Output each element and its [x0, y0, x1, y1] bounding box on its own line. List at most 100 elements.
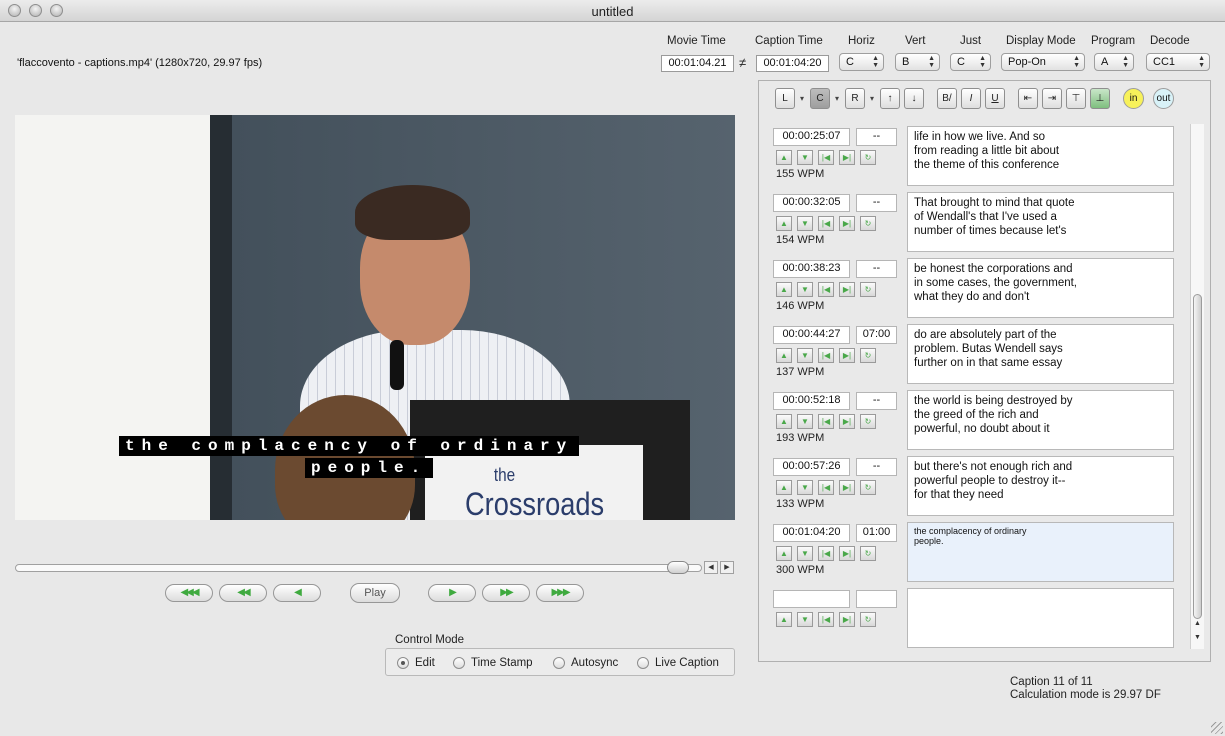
- move-down-icon[interactable]: ▼: [797, 546, 813, 561]
- caption-row[interactable]: 00:01:04:20 01:00 ▲ ▼ |◀ ▶| ↻ 300 WPM the compla…: [772, 522, 1174, 586]
- refresh-icon[interactable]: ↻: [860, 348, 876, 363]
- caption-start-time[interactable]: 00:00:57:26: [773, 458, 850, 476]
- caption-duration[interactable]: 01:00: [856, 524, 897, 542]
- caption-duration[interactable]: 07:00: [856, 326, 897, 344]
- caption-row[interactable]: ▲ ▼ |◀ ▶| ↻: [772, 588, 1174, 652]
- move-down-icon[interactable]: ▼: [797, 348, 813, 363]
- refresh-icon[interactable]: ↻: [860, 612, 876, 627]
- jump-end-icon[interactable]: ▶|: [839, 612, 855, 627]
- vert-select[interactable]: B ▲ ▼: [895, 53, 940, 71]
- rewind-fast-button[interactable]: ◀◀◀: [165, 584, 213, 602]
- forward-button[interactable]: ▶▶: [482, 584, 530, 602]
- display-mode-select[interactable]: Pop-On ▲ ▼: [1001, 53, 1085, 71]
- refresh-icon[interactable]: ↻: [860, 150, 876, 165]
- bottom-align-button[interactable]: ↓: [904, 88, 924, 109]
- caption-start-time[interactable]: 00:00:25:07: [773, 128, 850, 146]
- move-up-icon[interactable]: ▲: [776, 348, 792, 363]
- decode-select[interactable]: CC1 ▲ ▼: [1146, 53, 1210, 71]
- move-bottom-button[interactable]: ⊥: [1090, 88, 1110, 109]
- caption-duration[interactable]: --: [856, 392, 897, 410]
- scroll-up-icon[interactable]: ▲: [1192, 620, 1203, 627]
- bold-flash-button[interactable]: B/: [937, 88, 957, 109]
- jump-start-icon[interactable]: |◀: [818, 612, 834, 627]
- italic-button[interactable]: I: [961, 88, 981, 109]
- caption-time-field[interactable]: 00:01:04:20: [756, 55, 829, 72]
- video-player[interactable]: the Crossroads the complacency of ordinar…: [15, 115, 735, 520]
- caption-row[interactable]: 00:00:52:18 -- ▲ ▼ |◀ ▶| ↻ 193 WPM the world is …: [772, 390, 1174, 454]
- caption-start-time[interactable]: 00:01:04:20: [773, 524, 850, 542]
- caption-text-field[interactable]: the complacency of ordinary people.: [907, 522, 1174, 582]
- shift-right-button[interactable]: ⇥: [1042, 88, 1062, 109]
- move-down-icon[interactable]: ▼: [797, 282, 813, 297]
- align-center-button[interactable]: C: [810, 88, 839, 109]
- caption-row[interactable]: 00:00:32:05 -- ▲ ▼ |◀ ▶| ↻ 154 WPM That brought …: [772, 192, 1174, 256]
- jump-start-icon[interactable]: |◀: [818, 216, 834, 231]
- align-right-button[interactable]: R: [845, 88, 874, 109]
- caption-row[interactable]: 00:00:25:07 -- ▲ ▼ |◀ ▶| ↻ 155 WPM life in how w…: [772, 126, 1174, 190]
- jump-end-icon[interactable]: ▶|: [839, 480, 855, 495]
- refresh-icon[interactable]: ↻: [860, 216, 876, 231]
- jump-start-icon[interactable]: |◀: [818, 348, 834, 363]
- play-button[interactable]: Play: [350, 583, 400, 603]
- jump-start-icon[interactable]: |◀: [818, 414, 834, 429]
- step-back-icon[interactable]: ◀: [704, 561, 718, 574]
- move-up-icon[interactable]: ▲: [776, 150, 792, 165]
- program-select[interactable]: A ▲ ▼: [1094, 53, 1134, 71]
- move-down-icon[interactable]: ▼: [797, 414, 813, 429]
- caption-row[interactable]: 00:00:38:23 -- ▲ ▼ |◀ ▶| ↻ 146 WPM be honest the…: [772, 258, 1174, 322]
- caption-row[interactable]: 00:00:57:26 -- ▲ ▼ |◀ ▶| ↻ 133 WPM but there's n…: [772, 456, 1174, 520]
- move-up-icon[interactable]: ▲: [776, 282, 792, 297]
- move-up-icon[interactable]: ▲: [776, 480, 792, 495]
- refresh-icon[interactable]: ↻: [860, 546, 876, 561]
- move-up-icon[interactable]: ▲: [776, 546, 792, 561]
- caption-text-field[interactable]: do are absolutely part of the problem. B…: [907, 324, 1174, 384]
- scrubber-thumb[interactable]: [667, 561, 689, 574]
- jump-end-icon[interactable]: ▶|: [839, 216, 855, 231]
- caption-start-time[interactable]: 00:00:38:23: [773, 260, 850, 278]
- jump-start-icon[interactable]: |◀: [818, 282, 834, 297]
- refresh-icon[interactable]: ↻: [860, 480, 876, 495]
- radio-edit[interactable]: Edit: [397, 657, 435, 669]
- move-up-icon[interactable]: ▲: [776, 216, 792, 231]
- move-down-icon[interactable]: ▼: [797, 150, 813, 165]
- resize-grip-icon[interactable]: [1211, 722, 1223, 734]
- move-top-button[interactable]: ⊤: [1066, 88, 1086, 109]
- caption-row[interactable]: 00:00:44:27 07:00 ▲ ▼ |◀ ▶| ↻ 137 WPM do are abs…: [772, 324, 1174, 388]
- caption-start-time[interactable]: 00:00:52:18: [773, 392, 850, 410]
- caption-duration[interactable]: --: [856, 194, 897, 212]
- caption-text-field[interactable]: but there's not enough rich and powerful…: [907, 456, 1174, 516]
- scroll-down-icon[interactable]: ▼: [1192, 634, 1203, 641]
- scrubber-track[interactable]: [15, 564, 702, 572]
- caption-text-field[interactable]: be honest the corporations and in some c…: [907, 258, 1174, 318]
- move-down-icon[interactable]: ▼: [797, 480, 813, 495]
- caption-duration[interactable]: --: [856, 458, 897, 476]
- scrollbar-thumb[interactable]: [1193, 294, 1202, 619]
- jump-end-icon[interactable]: ▶|: [839, 282, 855, 297]
- step-forward-button[interactable]: ▶: [428, 584, 476, 602]
- align-left-button[interactable]: L: [775, 88, 804, 109]
- refresh-icon[interactable]: ↻: [860, 414, 876, 429]
- caption-duration[interactable]: [856, 590, 897, 608]
- in-button[interactable]: in: [1123, 88, 1144, 109]
- caption-start-time[interactable]: [773, 590, 850, 608]
- caption-text-field[interactable]: That brought to mind that quote of Wenda…: [907, 192, 1174, 252]
- refresh-icon[interactable]: ↻: [860, 282, 876, 297]
- top-align-button[interactable]: ↑: [880, 88, 900, 109]
- timeline-scrubber[interactable]: ◀ ▶: [15, 561, 735, 575]
- shift-left-button[interactable]: ⇤: [1018, 88, 1038, 109]
- underline-button[interactable]: U: [985, 88, 1005, 109]
- movie-time-field[interactable]: 00:01:04.21: [661, 55, 734, 72]
- jump-start-icon[interactable]: |◀: [818, 480, 834, 495]
- caption-text-field[interactable]: the world is being destroyed by the gree…: [907, 390, 1174, 450]
- jump-end-icon[interactable]: ▶|: [839, 150, 855, 165]
- jump-end-icon[interactable]: ▶|: [839, 414, 855, 429]
- jump-start-icon[interactable]: |◀: [818, 150, 834, 165]
- jump-start-icon[interactable]: |◀: [818, 546, 834, 561]
- caption-duration[interactable]: --: [856, 128, 897, 146]
- move-up-icon[interactable]: ▲: [776, 612, 792, 627]
- caption-text-field[interactable]: life in how we live. And so from reading…: [907, 126, 1174, 186]
- caption-list-scrollbar[interactable]: ▲ ▼: [1190, 124, 1204, 649]
- radio-live-caption[interactable]: Live Caption: [637, 657, 719, 669]
- step-forward-icon[interactable]: ▶: [720, 561, 734, 574]
- move-down-icon[interactable]: ▼: [797, 612, 813, 627]
